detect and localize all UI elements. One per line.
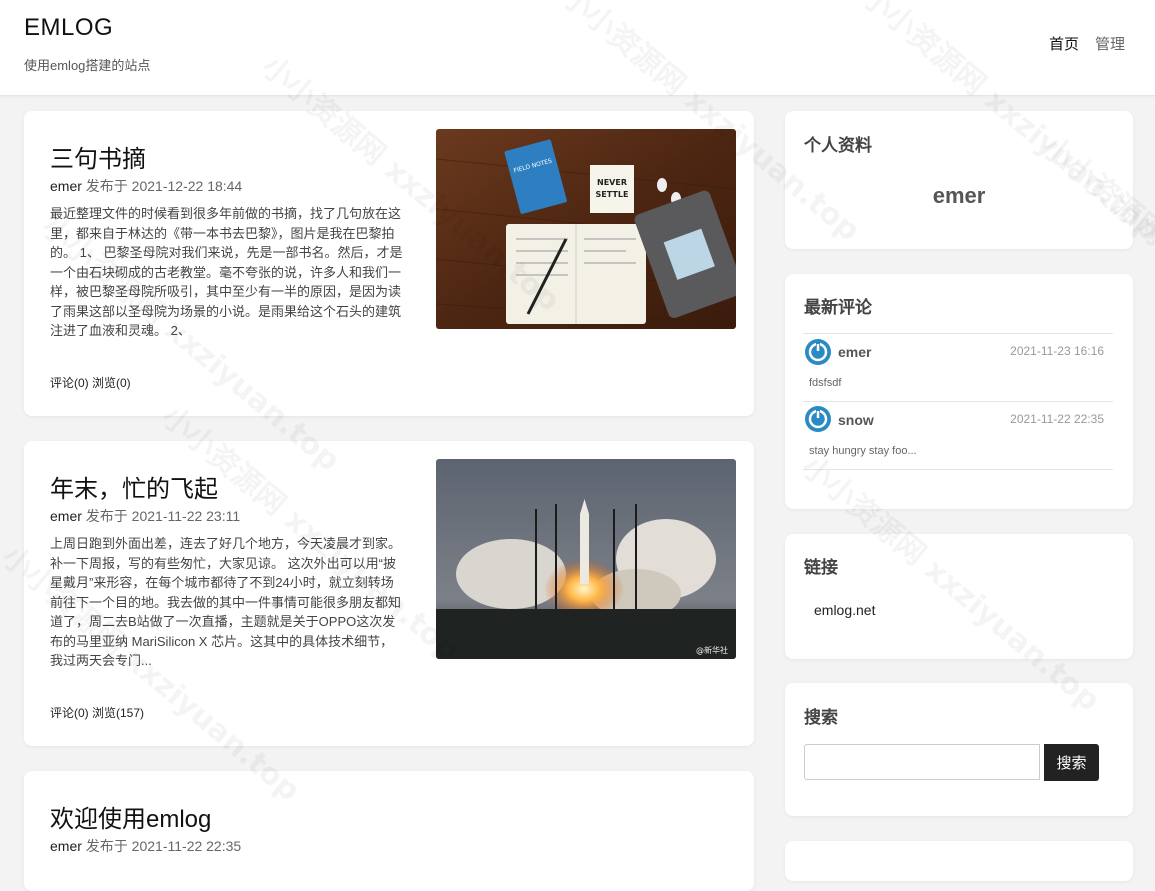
comments-title: 最新评论 [804, 298, 872, 317]
post-meta: emer 发布于 2021-11-22 22:35 [50, 836, 241, 856]
post-author[interactable]: emer [50, 508, 82, 524]
profile-name: emer [932, 183, 986, 208]
divider [803, 469, 1113, 470]
divider [803, 401, 1113, 402]
link-emlog[interactable]: emlog.net [814, 602, 875, 618]
avatar-icon [805, 339, 831, 365]
sidebar-widget [785, 841, 1133, 881]
profile-title: 个人资料 [804, 136, 872, 155]
post-author[interactable]: emer [50, 838, 82, 854]
post-thumbnail-rocket[interactable]: @新华社 [436, 459, 736, 659]
svg-text:@新华社: @新华社 [696, 645, 728, 655]
sidebar-profile: 个人资料 emer [785, 111, 1133, 249]
post-stats[interactable]: 评论(0) 浏览(157) [50, 704, 144, 721]
comment-text[interactable]: fdsfsdf [809, 377, 841, 389]
search-title: 搜索 [804, 708, 838, 727]
sidebar-search: 搜索 搜索 [785, 683, 1133, 816]
sidebar-links: 链接 emlog.net [785, 534, 1133, 659]
post-stats[interactable]: 评论(0) 浏览(0) [50, 374, 131, 391]
post-thumbnail-desk[interactable]: FIELD NOTES NEVER SETTLE [436, 129, 736, 329]
post-excerpt: 上周日跑到外面出差，连去了好几个地方，今天凌晨才到家。补一下周报，写的有些匆忙，… [50, 536, 402, 668]
desk-photo: FIELD NOTES NEVER SETTLE [436, 129, 736, 329]
post-date: 发布于 2021-11-22 22:35 [85, 838, 242, 854]
post-card: 欢迎使用emlog emer 发布于 2021-11-22 22:35 [24, 771, 754, 891]
main-nav: 首页 管理 [1049, 33, 1125, 54]
post-meta: emer 发布于 2021-11-22 23:11 [50, 506, 240, 526]
post-title[interactable]: 年末，忙的飞起 [50, 469, 218, 504]
links-title: 链接 [804, 558, 838, 577]
post-author[interactable]: emer [50, 178, 82, 194]
post-title[interactable]: 欢迎使用emlog [50, 799, 211, 834]
search-input[interactable] [804, 744, 1040, 780]
site-header: EMLOG 使用emlog搭建的站点 首页 管理 [0, 0, 1155, 96]
comment-time: 2021-11-22 22:35 [1010, 412, 1104, 426]
avatar-icon [805, 406, 831, 432]
post-card: 三句书摘 emer 发布于 2021-12-22 18:44 最近整理文件的时候… [24, 111, 754, 416]
comment-text[interactable]: stay hungry stay foo... [809, 445, 917, 457]
comment-author[interactable]: snow [838, 412, 874, 428]
post-excerpt: 最近整理文件的时候看到很多年前做的书摘，找了几句放在这里，都来自于林达的《带一本… [50, 206, 403, 338]
sidebar-comments: 最新评论 emer 2021-11-23 16:16 fdsfsdf snow … [785, 274, 1133, 509]
post-date: 发布于 2021-11-22 23:11 [85, 508, 241, 524]
rocket-photo: @新华社 [436, 459, 736, 659]
post-meta: emer 发布于 2021-12-22 18:44 [50, 176, 242, 196]
comment-time: 2021-11-23 16:16 [1010, 344, 1104, 358]
post-date: 发布于 2021-12-22 18:44 [85, 178, 243, 194]
site-subtitle: 使用emlog搭建的站点 [24, 58, 151, 73]
comment-author[interactable]: emer [838, 344, 871, 360]
search-button[interactable]: 搜索 [1044, 744, 1099, 781]
nav-item-admin[interactable]: 管理 [1095, 33, 1125, 54]
svg-text:SETTLE: SETTLE [596, 190, 629, 199]
svg-text:NEVER: NEVER [597, 178, 627, 187]
site-title[interactable]: EMLOG [24, 14, 113, 42]
post-card: 年末，忙的飞起 emer 发布于 2021-11-22 23:11 上周日跑到外… [24, 441, 754, 746]
post-title[interactable]: 三句书摘 [50, 139, 146, 174]
divider [803, 333, 1113, 334]
nav-item-home[interactable]: 首页 [1049, 33, 1079, 54]
